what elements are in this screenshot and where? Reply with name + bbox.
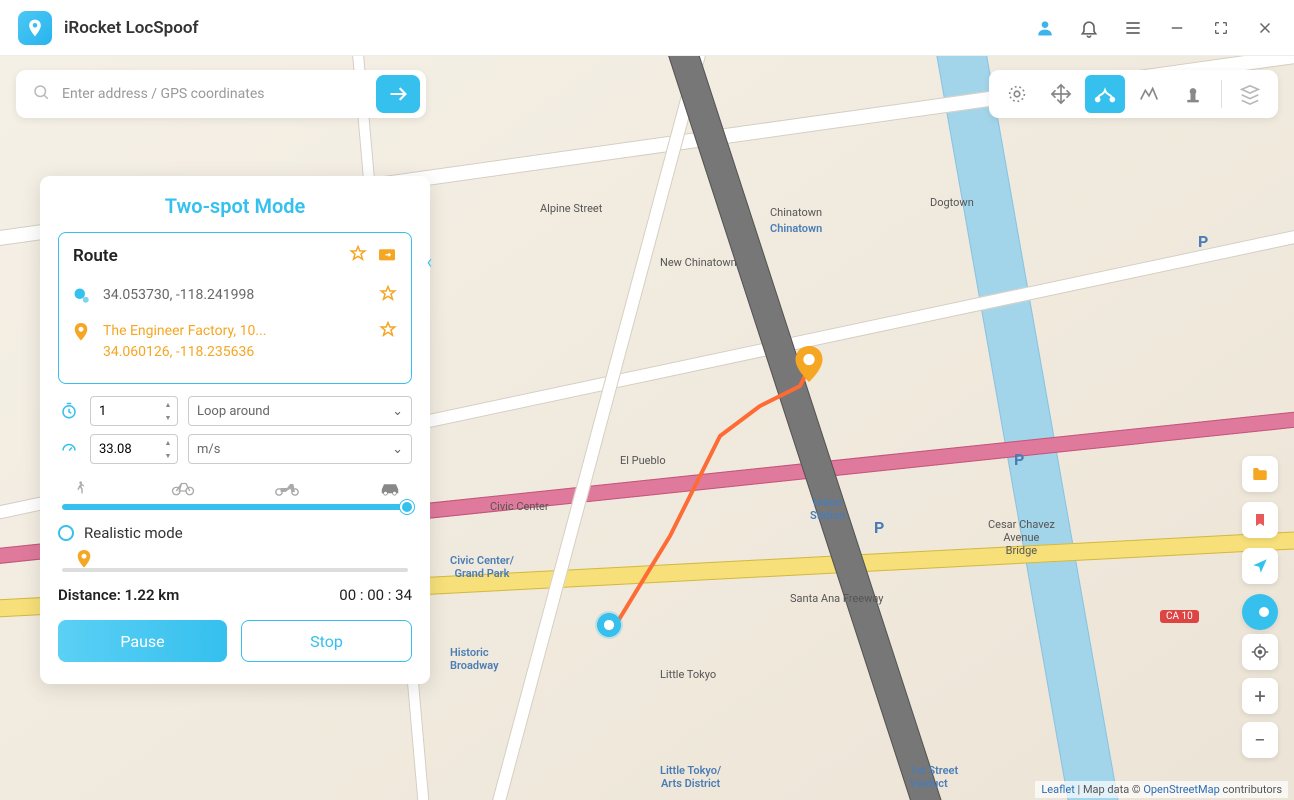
highway-badge: CA 10 <box>1160 610 1199 623</box>
close-icon[interactable] <box>1254 17 1276 39</box>
search-icon <box>32 83 50 105</box>
menu-icon[interactable] <box>1122 17 1144 39</box>
radio-icon <box>58 525 74 541</box>
end-name: The Engineer Factory, 10... <box>103 321 367 342</box>
route-end[interactable]: The Engineer Factory, 10... 34.060126, -… <box>73 315 397 369</box>
start-marker-icon[interactable] <box>595 611 623 639</box>
favorite-route-icon[interactable] <box>349 245 367 267</box>
zoom-controls: + − <box>1242 634 1278 758</box>
start-coords: 34.053730, -118.241998 <box>103 285 367 306</box>
realistic-mode-toggle[interactable]: Realistic mode <box>58 524 412 542</box>
timer-value: 00 : 00 : 34 <box>339 586 412 604</box>
parking-icon: P <box>1014 450 1024 469</box>
bell-icon[interactable] <box>1078 17 1100 39</box>
map-label: Alpine Street <box>540 202 602 215</box>
map-label: Civic Center <box>490 500 549 513</box>
navigate-icon[interactable] <box>1242 548 1278 584</box>
side-toolbar <box>1242 456 1278 630</box>
star-icon[interactable] <box>379 285 397 307</box>
search-go-button[interactable] <box>376 75 420 113</box>
stop-button[interactable]: Stop <box>241 620 412 662</box>
map-label: Little Tokyo <box>660 668 716 681</box>
maximize-icon[interactable] <box>1210 17 1232 39</box>
slider-thumb[interactable] <box>400 500 414 514</box>
app-logo <box>18 11 52 45</box>
route-label: Route <box>73 246 339 266</box>
two-spot-mode-icon[interactable] <box>1085 75 1125 113</box>
osm-link[interactable]: OpenStreetMap <box>1143 783 1219 796</box>
progress-thumb-icon[interactable] <box>76 550 92 574</box>
walk-icon[interactable] <box>66 476 94 500</box>
map-label: Historic Broadway <box>450 646 499 672</box>
map-label: Cesar Chavez Avenue Bridge <box>988 518 1055 557</box>
end-coords: 34.060126, -118.235636 <box>103 342 367 363</box>
collapse-chevron-icon[interactable]: ‹ <box>427 252 432 273</box>
map-label: Chinatown <box>770 222 822 235</box>
map-label: Little Tokyo/ Arts District <box>660 764 721 790</box>
map-label: Union Station <box>810 496 845 522</box>
map-attribution: Leaflet | Map data © OpenStreetMap contr… <box>1035 781 1288 798</box>
user-icon[interactable] <box>1034 17 1056 39</box>
minimize-icon[interactable] <box>1166 17 1188 39</box>
map-label: Chinatown <box>770 206 822 219</box>
speed-slider[interactable] <box>62 504 408 510</box>
chevron-down-icon: ⌄ <box>392 404 403 419</box>
start-pin-icon <box>73 287 91 309</box>
distance-label: Distance: <box>58 586 121 604</box>
panel-title: Two-spot Mode <box>58 194 412 218</box>
map-label: Santa Ana Freeway <box>790 592 883 605</box>
map-label: Dogtown <box>930 196 974 209</box>
route-start[interactable]: 34.053730, -118.241998 <box>73 279 397 315</box>
map-label: Civic Center/ Grand Park <box>450 554 514 580</box>
locate-icon[interactable] <box>1242 634 1278 670</box>
pause-button[interactable]: Pause <box>58 620 227 662</box>
map-layers-icon[interactable] <box>1230 75 1270 113</box>
speed-unit-select[interactable]: m/s ⌄ <box>188 434 412 464</box>
multi-spot-mode-icon[interactable] <box>1129 75 1169 113</box>
map-label: El Pueblo <box>620 454 666 467</box>
leaflet-link[interactable]: Leaflet <box>1041 783 1074 796</box>
export-route-icon[interactable] <box>377 246 397 266</box>
parking-icon: P <box>1198 232 1208 251</box>
chevron-down-icon: ⌄ <box>392 442 403 457</box>
search-bar <box>16 70 426 118</box>
folder-icon[interactable] <box>1242 456 1278 492</box>
search-input[interactable] <box>62 86 376 102</box>
end-pin-icon <box>73 323 91 347</box>
car-icon[interactable] <box>376 476 404 500</box>
control-panel: Two-spot Mode ‹ Route 34.053730, -118.24… <box>40 176 430 684</box>
speed-icon <box>58 440 80 458</box>
speed-spinner[interactable]: ▲▼ <box>160 436 176 462</box>
joystick-mode-icon[interactable] <box>1173 75 1213 113</box>
map-label: New Chinatown <box>660 256 737 269</box>
parking-icon: P <box>874 518 884 537</box>
star-icon[interactable] <box>379 321 397 343</box>
map-label: 1st Street Viaduct <box>910 764 958 790</box>
app-title: iRocket LocSpoof <box>64 18 199 38</box>
loop-spinner[interactable]: ▲▼ <box>160 398 176 424</box>
bookmark-icon[interactable] <box>1242 502 1278 538</box>
teleport-mode-icon[interactable] <box>997 75 1037 113</box>
zoom-in-button[interactable]: + <box>1242 678 1278 714</box>
title-bar: iRocket LocSpoof <box>0 0 1294 56</box>
route-box: Route 34.053730, -118.241998 The Enginee… <box>58 232 412 384</box>
bike-icon[interactable] <box>169 476 197 500</box>
distance-value: 1.22 km <box>125 586 180 604</box>
toggle-icon[interactable] <box>1242 594 1278 630</box>
mode-toolbar <box>989 70 1278 118</box>
end-marker-icon[interactable] <box>795 346 823 382</box>
map-canvas[interactable]: Chinatown Chinatown New Chinatown Dogtow… <box>0 56 1294 800</box>
progress-slider[interactable] <box>62 568 408 572</box>
loop-mode-select[interactable]: Loop around ⌄ <box>188 396 412 426</box>
move-mode-icon[interactable] <box>1041 75 1081 113</box>
motorcycle-icon[interactable] <box>273 476 301 500</box>
transport-modes <box>58 472 412 500</box>
timer-icon <box>58 402 80 420</box>
zoom-out-button[interactable]: − <box>1242 722 1278 758</box>
